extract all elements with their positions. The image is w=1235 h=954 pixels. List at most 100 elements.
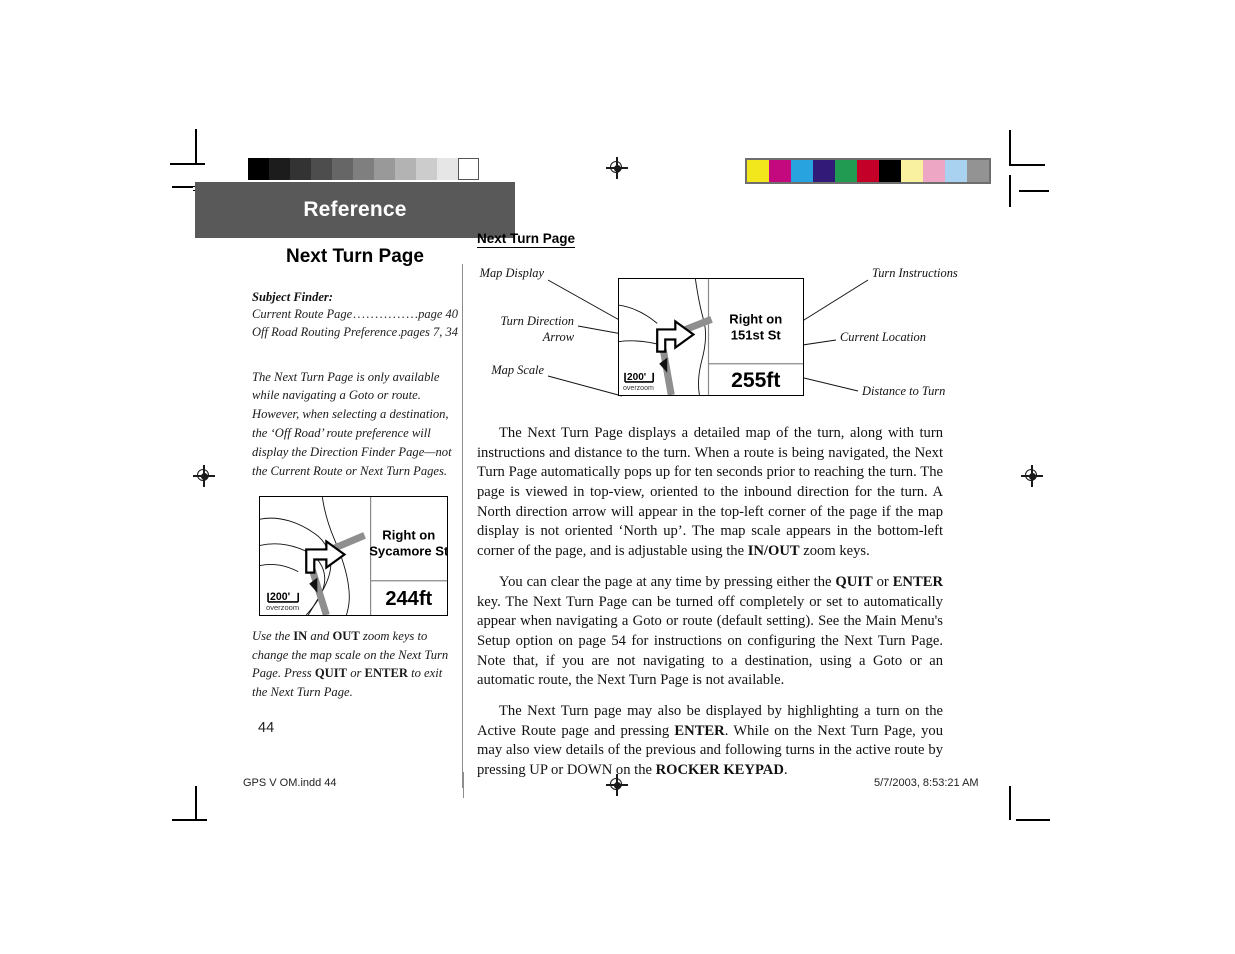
text-run: Use the	[252, 629, 294, 643]
leader-dots: ........................................…	[353, 307, 419, 321]
gps-screen-figure-right: 200' overzoom Right on 151st St 255ft	[618, 278, 804, 396]
emphasis-key-name: ENTER	[892, 573, 943, 590]
gps-screen-figure-left: 200' overzoom Right on Sycamore St 244ft	[259, 496, 448, 616]
color-swatch	[923, 160, 945, 182]
text-run: The Next Turn Page displays a detailed m…	[477, 425, 943, 560]
svg-text:200': 200'	[627, 372, 646, 383]
callout-turn-direction-arrow: Turn Direction Arrow	[500, 314, 574, 344]
color-swatch	[791, 160, 813, 182]
gray-swatch	[458, 158, 479, 180]
crop-mark-bottom-left-vertical	[195, 786, 197, 820]
color-swatch	[879, 160, 901, 182]
crop-mark-top-left-vertical	[195, 129, 197, 164]
crop-mark-right-inner-vertical	[1009, 175, 1011, 207]
gray-swatch	[311, 158, 332, 180]
text-run: You can clear the page at any time by pr…	[499, 573, 836, 590]
subject-finder-topic: Current Route Page	[252, 307, 353, 321]
crop-mark-top-left-horizontal	[170, 163, 205, 165]
gps-screen-left-graphic: 200' overzoom Right on Sycamore St 244ft	[260, 497, 447, 615]
grayscale-calibration-bar	[248, 158, 479, 180]
crop-mark-bottom-right-vertical	[1009, 786, 1011, 820]
callout-map-scale: Map Scale	[491, 363, 544, 377]
color-swatch	[813, 160, 835, 182]
crop-mark-top-right-vertical	[1009, 130, 1011, 166]
color-calibration-bar	[745, 158, 991, 184]
emphasis-key-name: QUIT	[314, 666, 348, 680]
text-run: key. The Next Turn Page can be turned of…	[477, 593, 943, 689]
crop-mark-right-inner-horizontal	[1019, 190, 1049, 192]
subject-finder-page: page 40	[418, 307, 458, 321]
emphasis-key-name: ENTER	[364, 666, 408, 680]
turn-instruction-line1: Right on	[729, 311, 782, 326]
subject-finder-entry[interactable]: Off Road Routing Preference ............…	[252, 324, 458, 342]
registration-target-top	[606, 157, 628, 179]
footer-file-label: GPS V OM.indd 44	[243, 777, 337, 789]
gray-swatch	[290, 158, 311, 180]
emphasis-key-name: QUIT	[835, 573, 873, 590]
color-swatch	[967, 160, 989, 182]
turn-instruction-line1: Right on	[382, 527, 435, 542]
subject-finder-entry[interactable]: Current Route Page .....................…	[252, 306, 458, 324]
callout-current-location: Current Location	[840, 330, 926, 344]
left-figure-caption: Use the IN and OUT zoom keys to change t…	[252, 627, 452, 701]
gray-swatch	[248, 158, 269, 180]
text-run: or	[872, 573, 893, 590]
text-run: zoom keys.	[799, 543, 870, 560]
footer-divider	[463, 772, 464, 798]
subject-finder-topic: Off Road Routing Preference	[252, 324, 398, 339]
turn-instruction-line2: 151st St	[731, 328, 782, 343]
body-paragraph: The Next Turn page may also be displayed…	[477, 702, 943, 781]
gray-swatch	[353, 158, 374, 180]
gray-swatch	[269, 158, 290, 180]
svg-text:overzoom: overzoom	[266, 603, 299, 612]
gray-swatch	[374, 158, 395, 180]
text-run: or	[347, 666, 365, 680]
subject-finder-heading: Subject Finder:	[252, 290, 333, 304]
color-swatch	[835, 160, 857, 182]
gray-swatch	[332, 158, 353, 180]
color-swatch	[747, 160, 769, 182]
gray-swatch	[416, 158, 437, 180]
gray-swatch	[437, 158, 458, 180]
turn-instruction-line2: Sycamore St	[369, 543, 447, 558]
gray-swatch	[395, 158, 416, 180]
page-title: Next Turn Page	[286, 246, 424, 267]
manual-page: Reference Next Turn Page Subject Finder:…	[0, 0, 1235, 954]
subject-finder-page: pages 7, 34	[400, 324, 458, 339]
sidebar-note: The Next Turn Page is only available whi…	[252, 369, 452, 478]
callout-map-display: Map Display	[479, 266, 544, 280]
emphasis-key-name: ENTER	[674, 722, 725, 739]
body-paragraph: You can clear the page at any time by pr…	[477, 573, 943, 691]
text-run: and	[307, 629, 333, 643]
crop-mark-bottom-right-horizontal	[1016, 819, 1050, 821]
color-swatch	[945, 160, 967, 182]
emphasis-key-name: IN/OUT	[747, 543, 800, 560]
color-swatch	[769, 160, 791, 182]
emphasis-key-name: IN	[293, 629, 308, 643]
color-swatch	[857, 160, 879, 182]
distance-to-turn: 244ft	[385, 588, 432, 610]
page-number: 44	[258, 720, 275, 736]
main-content-column: Next Turn Page	[477, 230, 943, 248]
color-swatch	[901, 160, 923, 182]
registration-target-right	[1021, 465, 1043, 487]
registration-target-left	[193, 465, 215, 487]
crop-mark-top-right-horizontal	[1009, 164, 1045, 166]
body-paragraph: The Next Turn Page displays a detailed m…	[477, 424, 943, 562]
footer-timestamp: 5/7/2003, 8:53:21 AM	[874, 777, 979, 789]
distance-to-turn: 255ft	[731, 369, 780, 392]
left-sidebar-column: Next Turn Page Subject Finder: Current R…	[252, 246, 458, 481]
gps-screen-right-graphic: 200' overzoom Right on 151st St 255ft	[619, 279, 803, 395]
section-heading: Next Turn Page	[477, 231, 576, 248]
section-header-band: Reference	[195, 182, 515, 238]
column-divider	[462, 264, 463, 788]
crop-mark-bottom-left-horizontal	[172, 819, 207, 821]
callout-distance-to-turn: Distance to Turn	[862, 384, 946, 398]
svg-text:200': 200'	[270, 591, 290, 603]
callout-turn-instructions: Turn Instructions	[872, 266, 958, 280]
body-paragraph-container: The Next Turn Page displays a detailed m…	[477, 424, 943, 792]
text-run: .	[783, 762, 788, 778]
emphasis-key-name: OUT	[332, 629, 360, 643]
emphasis-key-name: ROCKER KEYPAD	[655, 762, 784, 778]
svg-text:overzoom: overzoom	[623, 385, 654, 392]
